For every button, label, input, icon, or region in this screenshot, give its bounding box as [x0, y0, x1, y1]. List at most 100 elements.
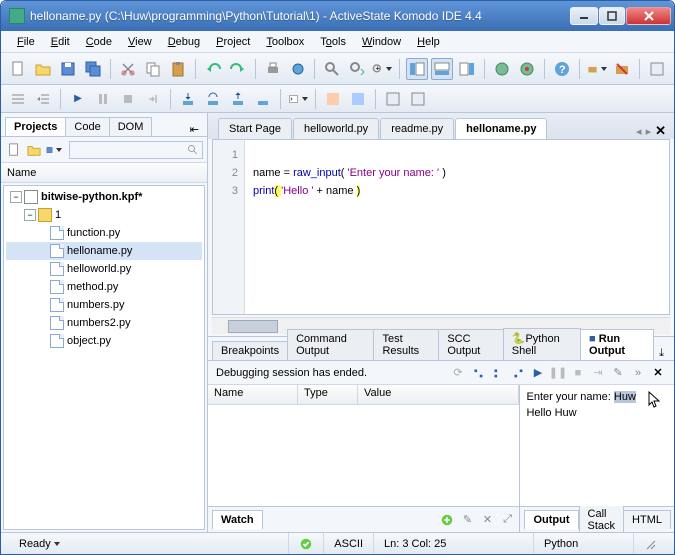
maximize-button[interactable] — [599, 7, 625, 25]
menu-file[interactable]: File — [9, 34, 43, 50]
expand-watch-icon[interactable]: ⤢ — [499, 512, 515, 528]
preview-button[interactable] — [287, 58, 309, 80]
save-button[interactable] — [57, 58, 79, 80]
dbg-step-over-button[interactable] — [202, 88, 224, 110]
macro-play-button[interactable] — [491, 58, 513, 80]
dbg-indent-out-button[interactable] — [7, 88, 29, 110]
pause-icon[interactable]: ❚❚ — [550, 365, 566, 381]
open-button[interactable] — [32, 58, 54, 80]
output-text[interactable]: Enter your name: Huw Hello Huw — [520, 385, 674, 506]
edit-watch-icon[interactable]: ✎ — [459, 512, 475, 528]
tree-file[interactable]: helloworld.py — [6, 260, 202, 278]
print-button[interactable] — [262, 58, 284, 80]
dbg-break-button[interactable] — [92, 88, 114, 110]
help-button[interactable]: ? — [551, 58, 573, 80]
dbg-detach-button[interactable] — [142, 88, 164, 110]
tree-file[interactable]: helloname.py — [6, 242, 202, 260]
tab-html[interactable]: HTML — [623, 510, 671, 529]
project-tree[interactable]: −bitwise-python.kpf* −1 function.py hell… — [3, 185, 205, 530]
step-over-icon[interactable] — [490, 365, 506, 381]
play-icon[interactable]: ▶ — [530, 365, 546, 381]
tree-file[interactable]: method.py — [6, 278, 202, 296]
tab-next-button[interactable]: ▸ — [646, 125, 652, 138]
tab-output[interactable]: Output — [524, 510, 578, 529]
zoom-button[interactable]: + — [371, 58, 393, 80]
new-file-button[interactable] — [7, 58, 29, 80]
tab-helloname[interactable]: helloname.py — [455, 118, 547, 139]
stop-icon[interactable]: ■ — [570, 365, 586, 381]
detach-icon[interactable]: ⇥ — [590, 365, 606, 381]
tab-readme[interactable]: readme.py — [380, 118, 454, 139]
pin-icon[interactable]: ⇤ — [186, 123, 203, 136]
tab-command-output[interactable]: Command Output — [287, 329, 374, 360]
toolbox-add-button[interactable] — [586, 58, 608, 80]
proj-open-button[interactable] — [25, 141, 43, 159]
tree-file[interactable]: numbers.py — [6, 296, 202, 314]
close-output-button[interactable]: ✕ — [650, 365, 666, 381]
tab-helloworld[interactable]: helloworld.py — [293, 118, 379, 139]
undo-button[interactable] — [202, 58, 224, 80]
dbg-interactive-button[interactable] — [287, 88, 309, 110]
tab-run-output[interactable]: ■ Run Output — [580, 329, 654, 360]
tab-call-stack[interactable]: Call Stack — [579, 504, 625, 532]
menu-toolbox[interactable]: Toolbox — [258, 34, 312, 50]
tab-prev-button[interactable]: ◂ — [636, 125, 642, 138]
menu-debug[interactable]: Debug — [160, 34, 208, 50]
tab-scc-output[interactable]: SCC Output — [438, 329, 503, 360]
tab-breakpoints[interactable]: Breakpoints — [212, 341, 288, 360]
edit-icon[interactable]: ✎ — [610, 365, 626, 381]
tab-projects[interactable]: Projects — [5, 117, 66, 136]
cut-button[interactable] — [117, 58, 139, 80]
step-out-icon[interactable] — [510, 365, 526, 381]
tab-test-results[interactable]: Test Results — [373, 329, 439, 360]
tree-file[interactable]: numbers2.py — [6, 314, 202, 332]
editor-content[interactable]: name = raw_input( 'Enter your name: ' ) … — [245, 140, 669, 314]
tree-file[interactable]: object.py — [6, 332, 202, 350]
project-search-input[interactable] — [69, 141, 203, 159]
prefs-button[interactable] — [646, 58, 668, 80]
tree-file[interactable]: function.py — [6, 224, 202, 242]
code-editor[interactable]: 1 2 3 name = raw_input( 'Enter your name… — [212, 139, 670, 315]
delete-watch-icon[interactable]: ✕ — [479, 512, 495, 528]
dbg-indent-in-button[interactable] — [32, 88, 54, 110]
menu-edit[interactable]: Edit — [43, 34, 78, 50]
tab-dom[interactable]: DOM — [109, 117, 153, 136]
var-col-name[interactable]: Name — [208, 385, 298, 404]
tab-close-button[interactable]: ✕ — [655, 123, 666, 139]
macro-rec-button[interactable] — [516, 58, 538, 80]
var-col-type[interactable]: Type — [298, 385, 358, 404]
status-syntax-check-icon[interactable] — [288, 533, 323, 554]
close-button[interactable] — [626, 7, 671, 25]
tab-code[interactable]: Code — [65, 117, 109, 136]
copy-button[interactable] — [142, 58, 164, 80]
save-all-button[interactable] — [82, 58, 104, 80]
status-encoding[interactable]: ASCII — [323, 533, 373, 554]
redo-button[interactable] — [227, 58, 249, 80]
minimize-button[interactable] — [570, 7, 598, 25]
show-bottom-pane-button[interactable] — [431, 58, 453, 80]
var-col-value[interactable]: Value — [358, 385, 519, 404]
titlebar[interactable]: helloname.py (C:\Huw\programming\Python\… — [1, 1, 674, 31]
show-right-pane-button[interactable] — [456, 58, 478, 80]
dbg-tool4-button[interactable] — [407, 88, 429, 110]
dbg-stop-button[interactable] — [117, 88, 139, 110]
variables-list[interactable] — [208, 405, 519, 506]
dbg-step-in-button[interactable] — [177, 88, 199, 110]
find-button[interactable] — [321, 58, 343, 80]
add-watch-icon[interactable] — [439, 512, 455, 528]
show-left-pane-button[interactable] — [406, 58, 428, 80]
tab-start-page[interactable]: Start Page — [218, 118, 292, 139]
paste-button[interactable] — [167, 58, 189, 80]
find-next-button[interactable] — [346, 58, 368, 80]
tree-folder[interactable]: −1 — [6, 206, 202, 224]
dbg-tool1-button[interactable] — [322, 88, 344, 110]
menu-help[interactable]: Help — [409, 34, 448, 50]
menu-window[interactable]: Window — [354, 34, 409, 50]
proj-new-button[interactable] — [5, 141, 23, 159]
step-in-icon[interactable] — [470, 365, 486, 381]
dbg-go-button[interactable]: ▶ — [67, 88, 89, 110]
menu-project[interactable]: Project — [208, 34, 258, 50]
column-name-header[interactable]: Name — [1, 163, 207, 183]
toolbox-remove-button[interactable] — [611, 58, 633, 80]
status-language[interactable]: Python — [533, 533, 633, 554]
